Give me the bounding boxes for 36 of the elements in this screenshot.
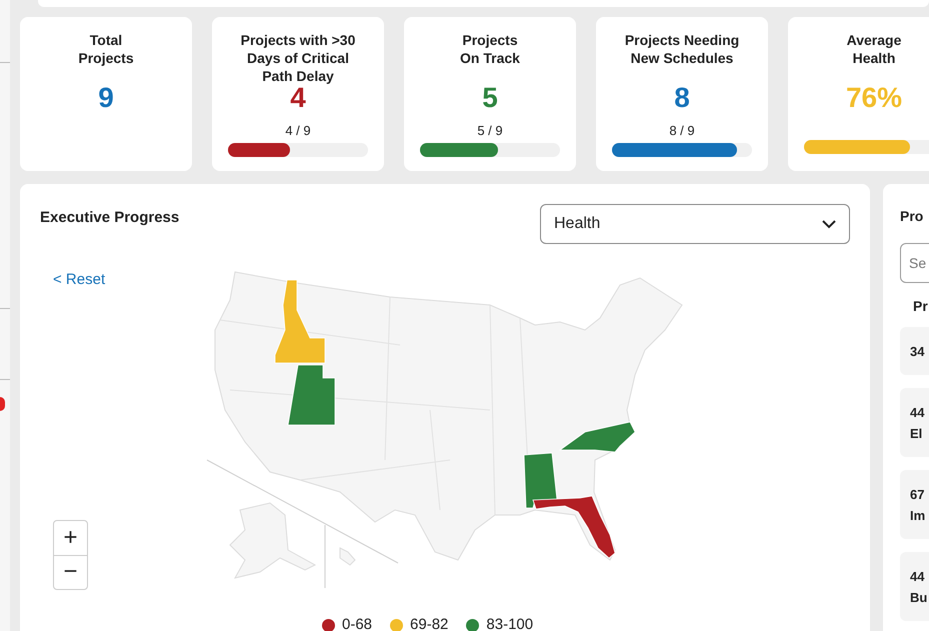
- project-text: 44: [910, 570, 926, 582]
- stat-fraction: 8 / 9: [669, 122, 695, 140]
- stat-value: 5: [482, 83, 498, 113]
- project-text: 34: [910, 344, 926, 358]
- legend-label: 83-100: [486, 615, 534, 631]
- stat-value: 9: [98, 83, 114, 113]
- search-field[interactable]: Se: [900, 243, 929, 283]
- panel-title: Pro: [900, 207, 924, 226]
- panel-title: Executive Progress: [40, 208, 180, 228]
- column-header: Pr: [913, 297, 929, 316]
- stat-label: Average Health: [846, 31, 902, 68]
- project-row[interactable]: 44 El: [900, 388, 929, 457]
- stat-fraction: 4 / 9: [285, 122, 311, 140]
- project-text: 44: [910, 406, 926, 418]
- project-text: El: [910, 426, 924, 440]
- zoom-in-button[interactable]: +: [54, 521, 87, 556]
- project-text: 67: [910, 488, 926, 500]
- stat-fraction: 5 / 9: [477, 122, 503, 140]
- project-row[interactable]: 34: [900, 327, 929, 375]
- project-row[interactable]: 67 Im: [900, 470, 929, 539]
- project-row[interactable]: 44 Bu: [900, 552, 929, 621]
- stat-value: 76%: [846, 83, 902, 113]
- legend-label: 0-68: [342, 615, 372, 631]
- stat-label: Total Projects: [78, 31, 134, 68]
- stat-value: 4: [290, 83, 306, 113]
- zoom-out-button[interactable]: −: [54, 556, 87, 589]
- stat-label: Projects On Track: [460, 31, 520, 68]
- legend-label: 69-82: [410, 615, 448, 631]
- chevron-down-icon: [822, 220, 836, 228]
- stat-value: 8: [674, 83, 690, 113]
- metric-dropdown[interactable]: Health: [540, 204, 850, 244]
- stat-label: Projects Needing New Schedules: [624, 31, 740, 68]
- reset-link[interactable]: < Reset: [53, 269, 106, 292]
- project-text: Im: [910, 508, 926, 522]
- project-text: Bu: [910, 590, 928, 604]
- stat-label: Projects with >30 Days of Critical Path Delay: [240, 31, 356, 85]
